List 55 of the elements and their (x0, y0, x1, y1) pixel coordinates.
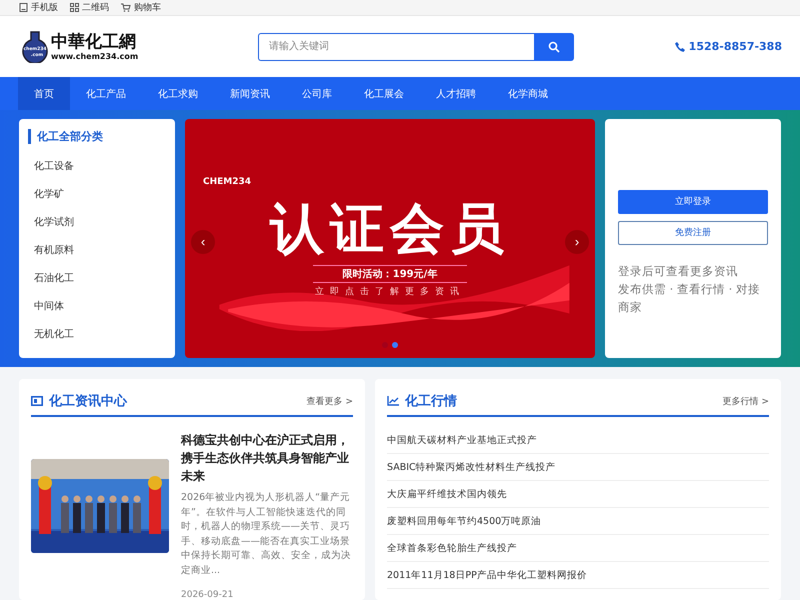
category-item[interactable]: 化学试剂 (28, 208, 166, 236)
article-summary: 2026年被业内视为人形机器人“量产元年”。在软件与人工智能快速迭代的同时，机器人的物理系统——关节、灵巧手、移动底盘——能否在真实工业场景中保持长期可靠、高效、安全，成为决定商业... (181, 491, 351, 578)
register-button[interactable]: 免费注册 (618, 220, 768, 245)
top-link[interactable]: 购物车 (121, 1, 161, 14)
mobile-icon (19, 3, 28, 12)
nav-tab[interactable]: 首页 (18, 77, 70, 110)
phone-number: 1528-8857-388 (688, 40, 782, 54)
search-button[interactable] (534, 32, 574, 61)
cart-icon (121, 3, 131, 12)
login-button[interactable]: 立即登录 (618, 190, 768, 214)
banner-headline: 认证会员 (270, 196, 510, 261)
nav-tab[interactable]: 化工求购 (142, 77, 214, 110)
login-note: 登录后可查看更多资讯 发布供需 · 查看行情 · 对接商家 (618, 262, 761, 316)
nav-tab[interactable]: 人才招聘 (420, 77, 492, 110)
more-link[interactable]: 更多行情 > (722, 394, 769, 408)
banner[interactable]: CHEM234 认证会员 限时活动：199元/年 立即点击了解更多资讯 ‹ › (185, 118, 595, 358)
top-link[interactable]: 手机版 (19, 1, 58, 14)
line-chart-icon (387, 396, 399, 406)
more-link[interactable]: 查看更多 > (306, 394, 353, 408)
category-item[interactable]: 中间体 (28, 292, 166, 320)
category-item[interactable]: 石油化工 (28, 264, 166, 292)
newspaper-icon (31, 396, 43, 406)
nav-tab[interactable]: 新闻资讯 (214, 77, 286, 110)
nav-tab[interactable]: 化学商城 (492, 77, 564, 110)
market-news-item[interactable]: 2011年11月18日PP产品中华化工塑料网报价 (387, 562, 769, 589)
category-item[interactable]: 化学矿 (28, 180, 166, 208)
article-date: 2026-09-21 (181, 590, 234, 600)
market-news-item[interactable]: 中国航天碳材料产业基地正式投产 (387, 427, 769, 454)
market-news-item[interactable]: 全球首条彩色轮胎生产线投产 (387, 535, 769, 562)
previous-button[interactable]: ‹ (191, 230, 215, 254)
category-item[interactable]: 化工设备 (28, 152, 166, 180)
nav-tab[interactable]: 化工产品 (70, 77, 142, 110)
search-icon (548, 40, 560, 53)
top-link[interactable]: 二维码 (70, 1, 109, 14)
category-title: 化工全部分类 (28, 128, 166, 144)
market-news-item[interactable]: 大庆扁平纤维技术国内领先 (387, 481, 769, 508)
category-item[interactable]: 无机化工 (28, 320, 166, 348)
card-title: 化工行情 (405, 393, 457, 410)
search-field[interactable]: 请输入关键词 (258, 32, 534, 61)
market-news-item[interactable]: 废塑料回用每年节约4500万吨原油 (387, 508, 769, 535)
next-button[interactable]: › (565, 230, 589, 254)
market-news-item[interactable]: SABIC特种聚丙烯改性材料生产线投产 (387, 454, 769, 481)
article-title[interactable]: 科德宝共创中心在沪正式启用，携手生态伙伴共筑具身智能产业未来 (181, 431, 351, 485)
nav-tab[interactable]: 化工展会 (348, 77, 420, 110)
logo-url: www.chem234.com (51, 52, 138, 62)
qr-code-icon (70, 3, 79, 12)
banner-brand: CHEM234 (203, 176, 252, 187)
phone-icon (674, 42, 685, 52)
nav-tab[interactable]: 公司库 (286, 77, 348, 110)
category-item[interactable]: 有机原料 (28, 236, 166, 264)
carousel-dot[interactable] (392, 342, 398, 348)
card-title: 化工资讯中心 (49, 392, 127, 410)
banner-offer: 限时活动：199元/年 (312, 264, 468, 283)
banner-cta: 立即点击了解更多资讯 (315, 286, 465, 298)
logo-title: 中華化工網 (51, 32, 137, 52)
